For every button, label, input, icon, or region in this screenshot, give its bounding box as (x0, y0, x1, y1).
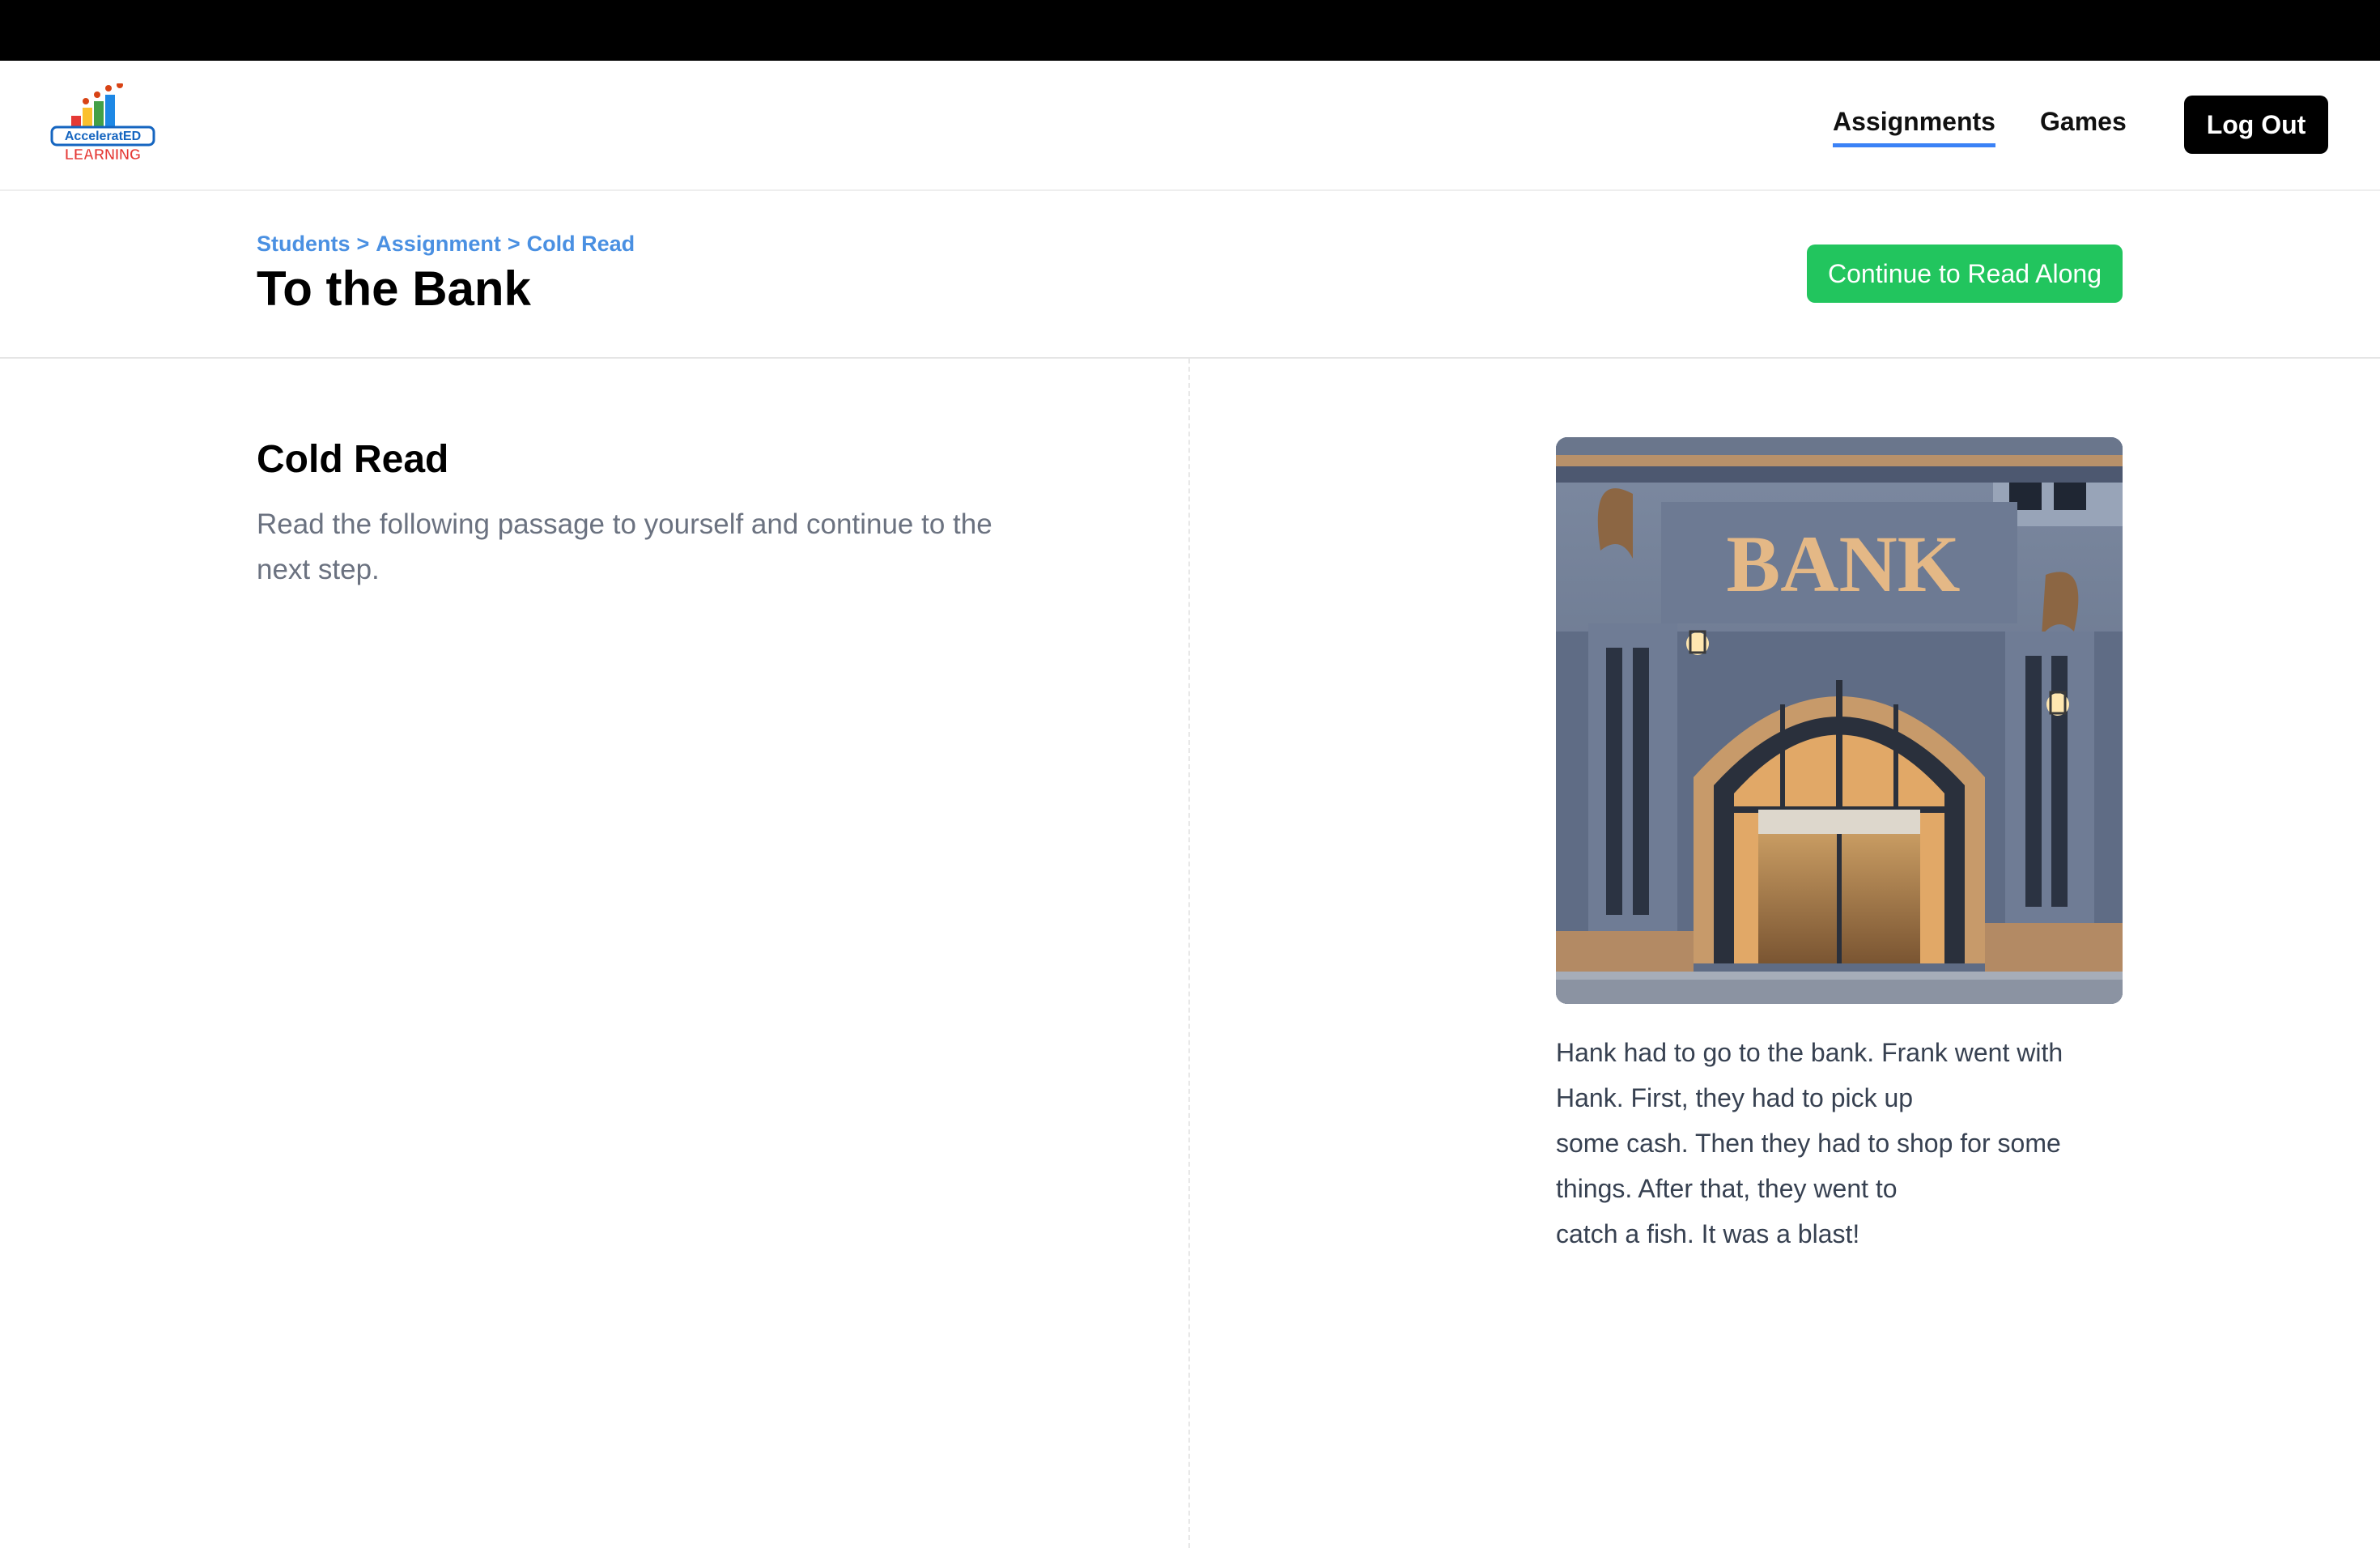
passage-line: Hank. First, they had to pick up (1556, 1083, 1914, 1112)
bank-building-image: BANK (1556, 437, 2123, 1004)
breadcrumb-separator: > (356, 232, 370, 256)
logo-icon: AcceleratED LEARNING (50, 82, 155, 163)
column-divider (1188, 359, 1190, 1548)
accelerated-learning-logo[interactable]: AcceleratED LEARNING (49, 82, 158, 164)
section-description: Read the following passage to yourself a… (257, 508, 992, 585)
breadcrumb-cold-read[interactable]: Cold Read (527, 232, 635, 256)
breadcrumb-assignment[interactable]: Assignment (376, 232, 501, 256)
breadcrumb-separator: > (507, 232, 521, 256)
continue-to-read-along-button[interactable]: Continue to Read Along (1807, 245, 2123, 303)
page-title: To the Bank (257, 262, 531, 316)
passage-line: catch a fish. It was a blast! (1556, 1219, 1860, 1248)
passage-line: things. After that, they went to (1556, 1174, 1898, 1203)
svg-text:LEARNING: LEARNING (65, 147, 141, 163)
svg-text:AcceleratED: AcceleratED (65, 130, 141, 143)
passage-line: Hank had to go to the bank. Frank went w… (1556, 1038, 2063, 1067)
navbar: AcceleratED LEARNING Assignments Games L… (0, 61, 2380, 191)
section-title: Cold Read (257, 438, 449, 481)
nav-assignments[interactable]: Assignments (1833, 107, 1995, 147)
breadcrumb: Students > Assignment > Cold Read (257, 232, 635, 257)
bank-illustration: BANK (1556, 437, 2123, 1004)
top-black-bar (0, 0, 2380, 61)
breadcrumb-students[interactable]: Students (257, 232, 351, 256)
logout-button[interactable]: Log Out (2184, 96, 2328, 154)
passage-line: some cash. Then they had to shop for som… (1556, 1129, 2061, 1158)
bank-sign: BANK (1727, 519, 1961, 609)
page-header: Students > Assignment > Cold Read To the Ban… (0, 191, 2380, 359)
nav-games[interactable]: Games (2040, 107, 2127, 137)
reading-passage: Hank had to go to the bank. Frank went w… (1556, 1030, 2123, 1257)
